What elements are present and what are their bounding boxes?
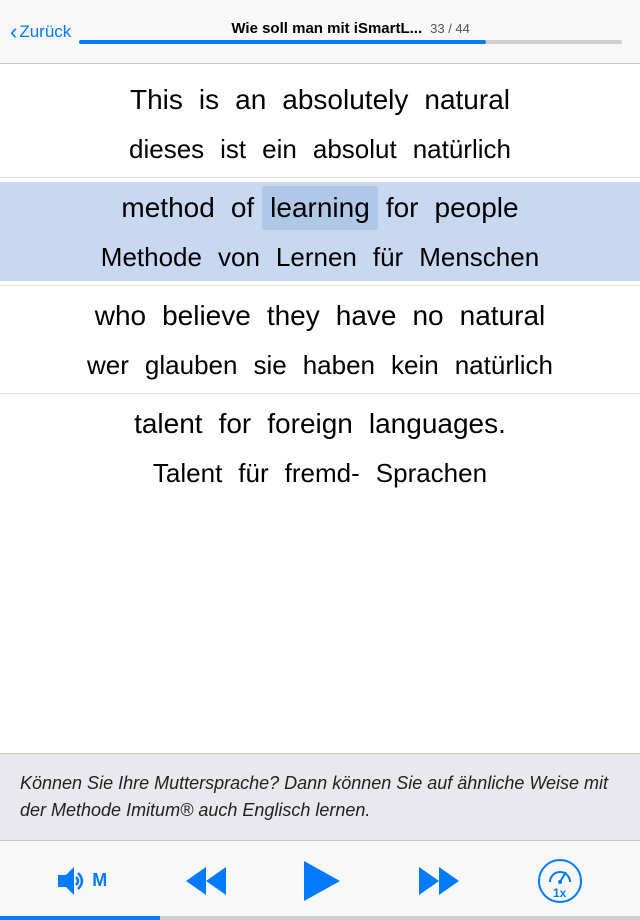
trans-absolut: absolut [305,130,405,169]
word-learning[interactable]: learning [262,186,378,230]
divider-1 [0,177,640,178]
player-progress-bar [0,916,640,920]
word-languages[interactable]: languages. [361,402,514,446]
english-row-3: who believe they have no natural [0,290,640,342]
rewind-button[interactable] [184,863,228,899]
divider-3 [0,393,640,394]
fastforward-icon [417,863,461,899]
volume-button[interactable]: M [58,867,107,895]
german-row-3: wer glauben sie haben kein natürlich [0,342,640,389]
trans-talent: Talent [145,454,230,493]
word-an[interactable]: an [227,78,274,122]
trans-menschen: Menschen [411,238,547,277]
word-natural-2[interactable]: natural [452,294,554,338]
nav-page-count: 33 / 44 [430,21,470,36]
trans-natuerlich-1: natürlich [405,130,519,169]
english-row-1: This is an absolutely natural [0,74,640,126]
trans-glauben: glauben [137,346,246,385]
volume-icon [58,867,90,895]
info-text: Können Sie Ihre Muttersprache? Dann könn… [20,770,620,824]
play-button[interactable] [304,861,340,901]
german-row-1: dieses ist ein absolut natürlich [0,126,640,173]
nav-center: Wie soll man mit iSmartL... 33 / 44 [71,20,630,44]
word-for-2[interactable]: for [211,402,260,446]
trans-kein: kein [383,346,447,385]
back-chevron-icon: ‹ [10,19,17,45]
trans-natuerlich-2: natürlich [447,346,561,385]
volume-m-label: M [92,870,107,891]
german-row-2: Methode von Lernen für Menschen [0,234,640,281]
english-row-4: talent for foreign languages. [0,398,640,450]
trans-sprachen: Sprachen [368,454,495,493]
trans-ein: ein [254,130,305,169]
speed-label: 1x [553,886,566,900]
content-area: This is an absolutely natural dieses ist… [0,64,640,840]
word-is[interactable]: is [191,78,227,122]
info-block: Können Sie Ihre Muttersprache? Dann könn… [0,753,640,840]
player-bar: M 1x [0,840,640,920]
trans-sie: sie [245,346,294,385]
speed-gauge-icon [546,862,574,886]
word-talent[interactable]: talent [126,402,211,446]
word-have[interactable]: have [328,294,405,338]
word-believe[interactable]: believe [154,294,259,338]
trans-dieses: dieses [121,130,212,169]
word-foreign[interactable]: foreign [259,402,361,446]
word-this[interactable]: This [122,78,191,122]
word-they[interactable]: they [259,294,328,338]
word-method[interactable]: method [113,186,222,230]
fastforward-button[interactable] [417,863,461,899]
back-label: Zurück [19,22,71,42]
word-who[interactable]: who [87,294,154,338]
word-absolutely[interactable]: absolutely [274,78,416,122]
rewind-icon [184,863,228,899]
trans-wer: wer [79,346,137,385]
trans-von: von [210,238,268,277]
word-people[interactable]: people [427,186,527,230]
trans-ist: ist [212,130,254,169]
trans-fuer-2: für [230,454,276,493]
trans-fuer: für [365,238,411,277]
divider-2 [0,285,640,286]
word-no[interactable]: no [404,294,451,338]
play-icon [304,861,340,901]
progress-bar-fill [79,40,486,44]
trans-fremd: fremd- [277,454,368,493]
word-of[interactable]: of [223,186,262,230]
word-for[interactable]: for [378,186,427,230]
word-natural[interactable]: natural [416,78,518,122]
speed-circle: 1x [538,859,582,903]
nav-title: Wie soll man mit iSmartL... [231,20,422,37]
trans-lernen: Lernen [268,238,365,277]
back-button[interactable]: ‹ Zurück [10,19,71,45]
german-row-4: Talent für fremd- Sprachen [0,450,640,497]
english-row-2: method of learning for people [0,182,640,234]
navigation-bar: ‹ Zurück Wie soll man mit iSmartL... 33 … [0,0,640,64]
trans-haben: haben [295,346,383,385]
speed-button[interactable]: 1x [538,859,582,903]
progress-bar-container [79,40,622,44]
player-progress-fill [0,916,160,920]
trans-methode: Methode [93,238,210,277]
text-display: This is an absolutely natural dieses ist… [0,64,640,753]
